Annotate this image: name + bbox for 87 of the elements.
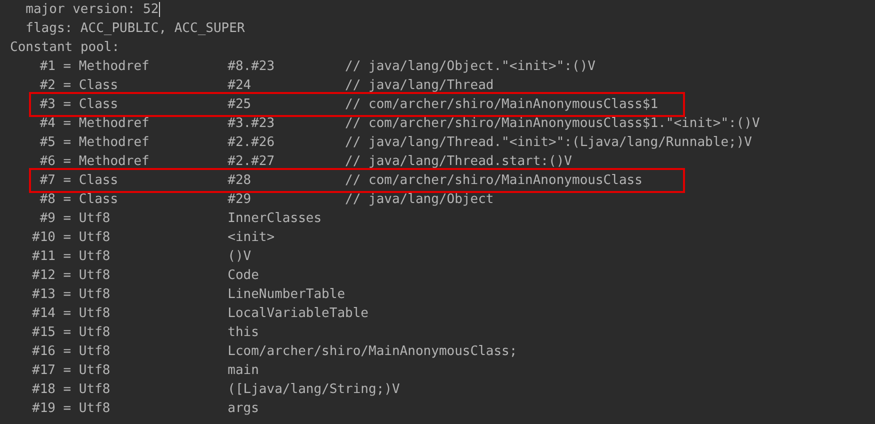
equals-sign: =: [63, 134, 72, 152]
equals-sign: =: [63, 229, 72, 247]
entry-index: #3: [38, 96, 56, 114]
entry-index: #15: [32, 324, 56, 342]
entry-index: #18: [32, 381, 56, 399]
entry-index: #14: [32, 305, 56, 323]
entry-index: #4: [38, 115, 56, 133]
code-line: major version: 52: [26, 1, 159, 19]
entry-index: #1: [38, 58, 56, 76]
entry-value: Lcom/archer/shiro/MainAnonymousClass;: [228, 343, 518, 361]
entry-type: Utf8: [78, 305, 112, 323]
entry-value: #2.#26: [228, 134, 276, 152]
entry-type: Utf8: [78, 210, 112, 228]
entry-comment: // com/archer/shiro/MainAnonymousClass: [345, 172, 642, 190]
entry-comment: // java/lang/Thread."<init>":(Ljava/lang/Runnable;)V: [345, 134, 752, 152]
entry-value: InnerClasses: [228, 210, 323, 228]
entry-type: Methodref: [78, 134, 150, 152]
entry-index: #11: [32, 248, 56, 266]
entry-type: Utf8: [78, 400, 112, 418]
entry-type: Methodref: [78, 58, 150, 76]
equals-sign: =: [63, 305, 72, 323]
entry-type: Utf8: [78, 286, 112, 304]
entry-value: #29: [228, 191, 252, 209]
entry-value: LocalVariableTable: [228, 305, 369, 323]
equals-sign: =: [63, 362, 72, 380]
entry-value: ()V: [228, 248, 252, 266]
entry-index: #10: [32, 229, 56, 247]
equals-sign: =: [63, 153, 72, 171]
entry-value: ([Ljava/lang/String;)V: [228, 381, 400, 399]
equals-sign: =: [63, 267, 72, 285]
entry-type: Utf8: [78, 324, 112, 342]
entry-comment: // com/archer/shiro/MainAnonymousClass$1."<init>":()V: [345, 115, 760, 133]
equals-sign: =: [63, 343, 72, 361]
entry-index: #12: [32, 267, 56, 285]
entry-comment: // java/lang/Object."<init>":()V: [345, 58, 596, 76]
equals-sign: =: [63, 400, 72, 418]
equals-sign: =: [63, 115, 72, 133]
equals-sign: =: [63, 248, 72, 266]
entry-type: Utf8: [78, 381, 112, 399]
section-title: Constant pool:: [10, 39, 120, 57]
equals-sign: =: [63, 324, 72, 342]
entry-type: Utf8: [78, 248, 112, 266]
entry-type: Utf8: [78, 267, 112, 285]
entry-type: Class: [78, 172, 120, 190]
entry-index: #8: [38, 191, 56, 209]
entry-value: main: [228, 362, 260, 380]
entry-index: #5: [38, 134, 56, 152]
entry-type: Methodref: [78, 153, 150, 171]
entry-comment: // java/lang/Object: [345, 191, 494, 209]
entry-type: Utf8: [78, 229, 112, 247]
entry-comment: // java/lang/Thread: [345, 77, 494, 95]
equals-sign: =: [63, 77, 72, 95]
entry-index: #17: [32, 362, 56, 380]
entry-value: #2.#27: [228, 153, 276, 171]
code-line: flags: ACC_PUBLIC, ACC_SUPER: [26, 20, 245, 38]
entry-value: #8.#23: [228, 58, 276, 76]
entry-value: #3.#23: [228, 115, 276, 133]
entry-value: #28: [228, 172, 252, 190]
equals-sign: =: [63, 286, 72, 304]
entry-value: Code: [228, 267, 260, 285]
equals-sign: =: [63, 58, 72, 76]
entry-type: Class: [78, 77, 120, 95]
entry-value: #24: [228, 77, 252, 95]
entry-index: #6: [38, 153, 56, 171]
entry-type: Utf8: [78, 343, 112, 361]
entry-type: Methodref: [78, 115, 150, 133]
entry-index: #7: [38, 172, 56, 190]
entry-value: args: [228, 400, 260, 418]
entry-index: #16: [32, 343, 56, 361]
equals-sign: =: [63, 96, 72, 114]
entry-type: Class: [78, 96, 120, 114]
entry-comment: // java/lang/Thread.start:()V: [345, 153, 572, 171]
entry-index: #19: [32, 400, 56, 418]
entry-comment: // com/archer/shiro/MainAnonymousClass$1: [345, 96, 658, 114]
entry-value: LineNumberTable: [228, 286, 346, 304]
equals-sign: =: [63, 191, 72, 209]
entry-index: #13: [32, 286, 56, 304]
entry-value: <init>: [228, 229, 276, 247]
entry-value: this: [228, 324, 260, 342]
entry-value: #25: [228, 96, 252, 114]
entry-type: Utf8: [78, 362, 112, 380]
equals-sign: =: [63, 210, 72, 228]
entry-index: #2: [38, 77, 56, 95]
equals-sign: =: [63, 172, 72, 190]
entry-index: #9: [38, 210, 56, 228]
entry-type: Class: [78, 191, 120, 209]
equals-sign: =: [63, 381, 72, 399]
